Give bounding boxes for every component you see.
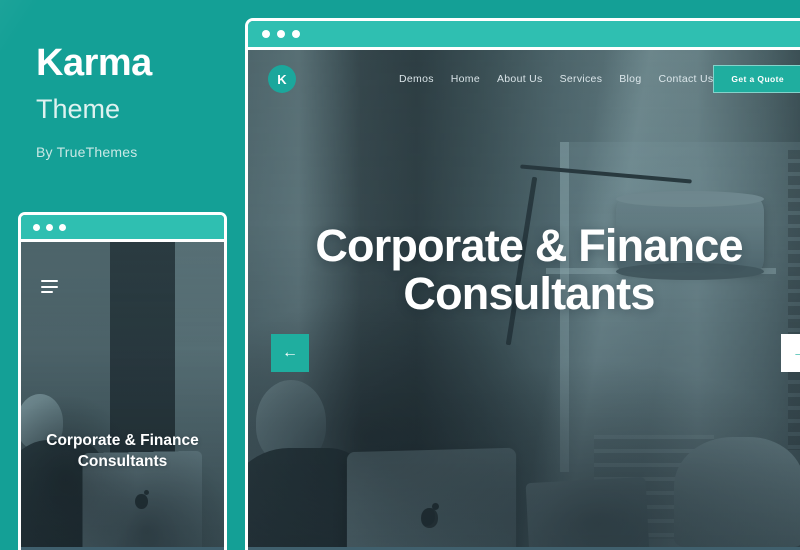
brand-subtitle: Theme <box>36 94 121 124</box>
logo-glyph-icon: K <box>277 71 287 87</box>
nav-item-home[interactable]: Home <box>451 73 480 85</box>
mobile-window-titlebar <box>21 215 224 242</box>
window-dot-icon <box>33 223 40 231</box>
window-dot-icon <box>46 223 53 231</box>
brand-title: Karma <box>36 42 152 84</box>
nav-links: Demos Home About Us Services Blog Contac… <box>399 73 713 85</box>
window-dot-icon <box>59 223 66 231</box>
nav-item-about-us[interactable]: About Us <box>497 73 543 85</box>
mobile-preview-window[interactable]: Corporate & Finance Consultants <box>18 212 227 550</box>
browser-viewport: K Demos Home About Us Services Blog Cont… <box>248 50 800 547</box>
left-panel: Karma Theme By TrueThemes Corporate & Fi… <box>0 0 245 550</box>
slider-next-arrow-icon[interactable]: → <box>781 334 800 372</box>
window-dot-icon <box>292 30 300 38</box>
desktop-preview-window[interactable]: K Demos Home About Us Services Blog Cont… <box>245 18 800 550</box>
nav-item-contact-us[interactable]: Contact Us <box>658 73 713 85</box>
mobile-viewport: Corporate & Finance Consultants <box>21 242 224 547</box>
nav-item-demos[interactable]: Demos <box>399 73 434 85</box>
brand-block: Karma Theme By TrueThemes <box>0 0 245 160</box>
browser-window-titlebar <box>248 21 800 50</box>
brand-author: By TrueThemes <box>36 144 138 160</box>
window-dot-icon <box>262 30 270 38</box>
mobile-hero-title: Corporate & Finance Consultants <box>46 432 199 471</box>
site-logo[interactable]: K <box>268 65 296 93</box>
site-navbar: K Demos Home About Us Services Blog Cont… <box>248 50 800 108</box>
slider-prev-arrow-icon[interactable]: ← <box>271 334 309 372</box>
nav-item-services[interactable]: Services <box>560 73 603 85</box>
window-dot-icon <box>277 30 285 38</box>
hero-title-line-2: Consultants <box>403 267 655 319</box>
hero-title: Corporate & Finance Consultants <box>288 222 770 317</box>
hamburger-icon[interactable] <box>41 280 58 293</box>
nav-item-blog[interactable]: Blog <box>619 73 641 85</box>
get-a-quote-button[interactable]: Get a Quote <box>713 65 800 93</box>
hero-title-line-1: Corporate & Finance <box>315 220 743 271</box>
